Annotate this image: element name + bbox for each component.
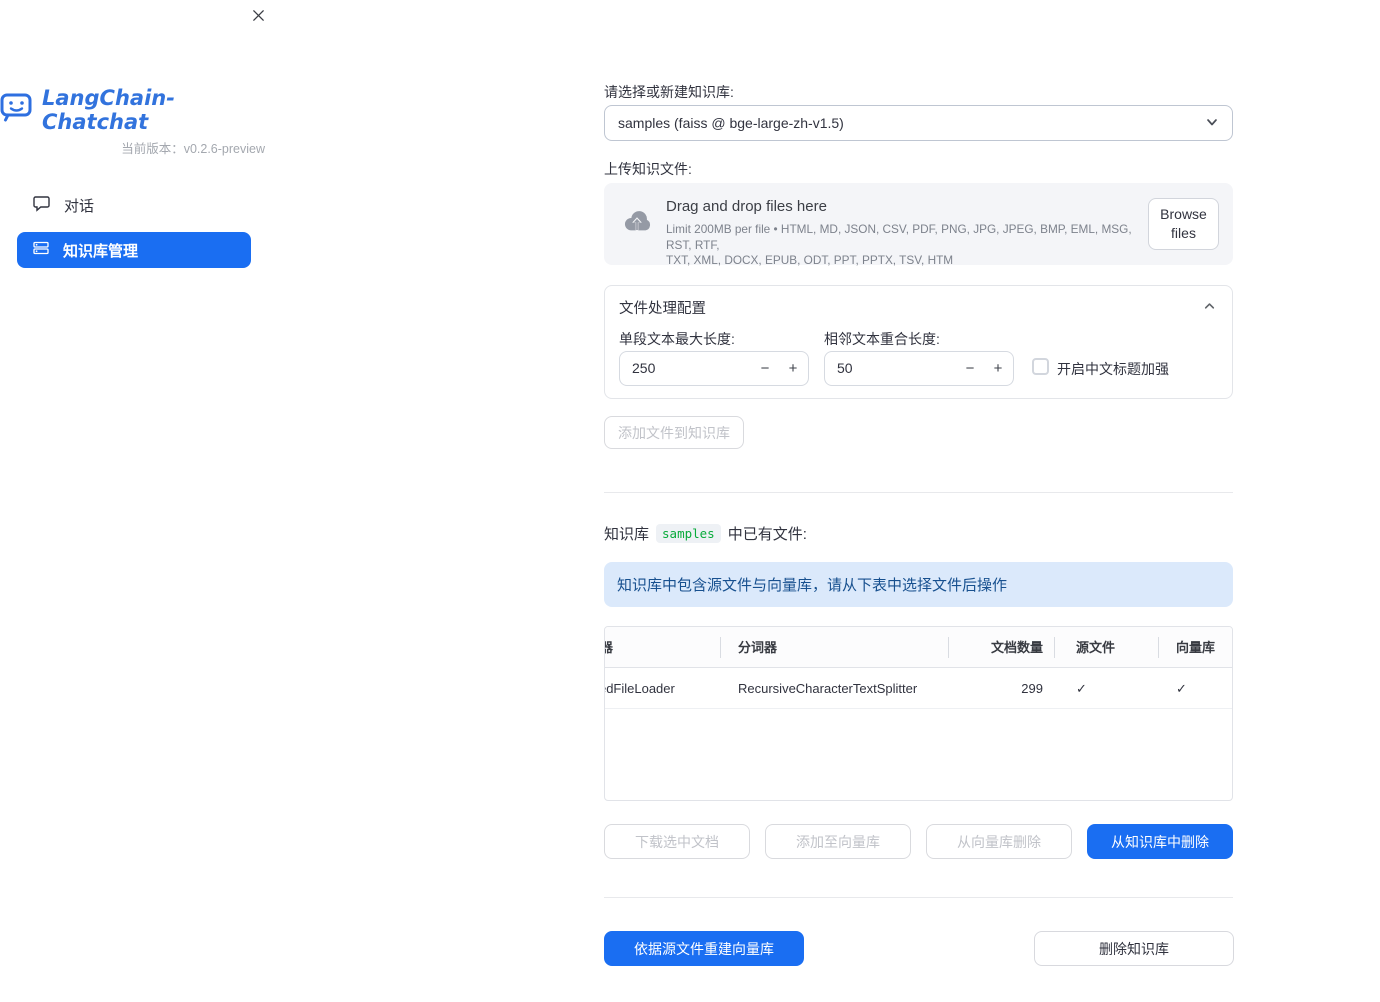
overlap-size-label: 相邻文本重合长度: <box>824 331 940 347</box>
chevron-up-icon <box>1201 297 1218 319</box>
column-divider <box>720 637 721 658</box>
version-label: 当前版本：v0.2.6-preview <box>121 142 265 156</box>
sidebar-close-button[interactable] <box>246 6 270 30</box>
divider <box>604 492 1233 493</box>
delete-from-kb-button[interactable]: 从知识库中删除 <box>1087 824 1233 859</box>
cloud-upload-icon <box>621 209 653 240</box>
kb-select-label: 请选择或新建知识库: <box>604 84 734 100</box>
delete-kb-button[interactable]: 删除知识库 <box>1034 931 1234 966</box>
app-title: LangChain-Chatchat <box>42 86 175 134</box>
expander-title: 文件处理配置 <box>619 301 706 317</box>
sidebar-item-dialogue[interactable]: 对话 <box>17 187 251 223</box>
kb-files-table: 文档加载器 分词器 文档数量 源文件 向量库 UnstructuredFileL… <box>604 626 1233 801</box>
kb-files-suffix: 中已有文件: <box>727 526 807 543</box>
kb-selectbox-value: samples (faiss @ bge-large-zh-v1.5) <box>618 115 844 131</box>
overlap-size-input: 50 − + <box>824 351 1014 386</box>
sidebar-item-label: 知识库管理 <box>63 242 139 260</box>
column-divider <box>1158 637 1159 658</box>
chunk-size-label: 单段文本最大长度: <box>619 331 735 347</box>
chevron-down-icon <box>1203 113 1221 134</box>
column-divider <box>948 637 949 658</box>
sidebar: LangChain-Chatchat 当前版本：v0.2.6-preview 对… <box>0 0 280 1002</box>
column-header-doc-count[interactable]: 文档数量 <box>948 627 1054 668</box>
chunk-size-input: 250 − + <box>619 351 809 386</box>
main-content: 请选择或新建知识库: samples (faiss @ bge-large-zh… <box>604 0 1234 1002</box>
minus-stepper-button[interactable]: − <box>751 352 779 385</box>
minus-stepper-button[interactable]: − <box>956 352 984 385</box>
download-selected-button[interactable]: 下载选中文档 <box>604 824 750 859</box>
kb-files-heading: 知识库 samples 中已有文件: <box>604 523 807 544</box>
column-header-loader[interactable]: 文档加载器 <box>605 627 720 668</box>
langchain-chatchat-logo-icon <box>0 93 33 127</box>
dropzone-limit-text: Limit 200MB per file • HTML, MD, JSON, C… <box>666 222 1132 267</box>
cell-loader: UnstructuredFileLoader <box>605 681 675 696</box>
dropzone-title: Drag and drop files here <box>666 198 827 215</box>
file-dropzone[interactable]: Drag and drop files here Limit 200MB per… <box>604 183 1233 267</box>
table-row[interactable]: UnstructuredFileLoader RecursiveCharacte… <box>605 668 1232 709</box>
plus-stepper-button[interactable]: + <box>779 352 807 385</box>
upload-label: 上传知识文件: <box>604 161 692 177</box>
cell-vector-check: ✓ <box>1176 681 1187 696</box>
info-banner: 知识库中包含源文件与向量库，请从下表中选择文件后操作 <box>604 562 1233 607</box>
column-header-splitter[interactable]: 分词器 <box>720 627 948 668</box>
overlap-size-value[interactable]: 50 <box>837 360 853 376</box>
chunk-size-value[interactable]: 250 <box>632 360 655 376</box>
table-header-row: 文档加载器 分词器 文档数量 源文件 向量库 <box>605 627 1232 668</box>
column-header-source-file[interactable]: 源文件 <box>1054 627 1158 668</box>
divider <box>604 897 1233 898</box>
add-files-to-kb-button[interactable]: 添加文件到知识库 <box>604 416 744 449</box>
kb-selectbox[interactable]: samples (faiss @ bge-large-zh-v1.5) <box>604 105 1233 141</box>
sidebar-item-label: 对话 <box>64 197 95 215</box>
chat-bubble-icon <box>33 195 50 216</box>
close-icon <box>251 8 266 28</box>
expander-header[interactable]: 文件处理配置 <box>605 286 1232 324</box>
add-to-vector-store-button[interactable]: 添加至向量库 <box>765 824 911 859</box>
zh-title-checkbox[interactable] <box>1032 358 1049 375</box>
plus-stepper-button[interactable]: + <box>984 352 1012 385</box>
kb-stack-icon <box>33 240 49 260</box>
kb-name-code: samples <box>656 524 721 543</box>
column-divider <box>1054 637 1055 658</box>
delete-from-vector-store-button[interactable]: 从向量库删除 <box>926 824 1072 859</box>
rebuild-vector-store-button[interactable]: 依据源文件重建向量库 <box>604 931 804 966</box>
file-config-expander: 文件处理配置 单段文本最大长度: 相邻文本重合长度: 250 − + 50 − … <box>604 285 1233 399</box>
sidebar-item-knowledge-base[interactable]: 知识库管理 <box>17 232 251 268</box>
kb-files-prefix: 知识库 <box>604 526 650 543</box>
cell-doc-count: 299 <box>1021 681 1043 696</box>
browse-files-button[interactable]: Browse files <box>1148 198 1219 250</box>
cell-source-check: ✓ <box>1076 681 1087 696</box>
app-logo: LangChain-Chatchat <box>0 86 280 134</box>
cell-splitter: RecursiveCharacterTextSplitter <box>738 681 918 696</box>
column-header-vector-store[interactable]: 向量库 <box>1158 627 1232 668</box>
zh-title-checkbox-label[interactable]: 开启中文标题加强 <box>1057 359 1169 379</box>
